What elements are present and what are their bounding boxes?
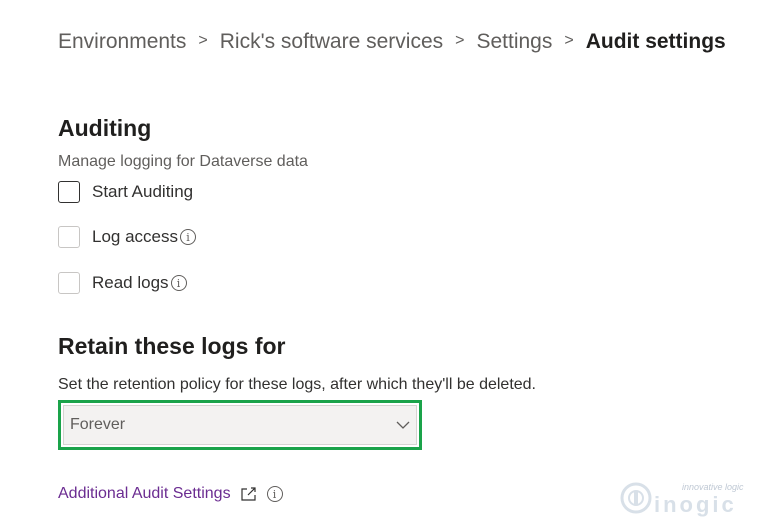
watermark-brand: inogic [654,492,737,517]
auditing-heading: Auditing [58,115,152,141]
log-access-label: Log access [92,227,178,246]
breadcrumb-environments[interactable]: Environments [58,30,186,54]
watermark-tagline: innovative logic [682,482,744,492]
breadcrumb-separator-icon: > [564,32,574,49]
info-icon[interactable]: i [266,486,283,502]
audit-settings-page: Environments > Rick's software services … [0,0,768,532]
breadcrumb-settings[interactable]: Settings [476,30,552,54]
auditing-description: Manage logging for Dataverse data [58,153,308,170]
log-access-checkbox[interactable] [58,226,80,248]
inogic-logo-icon [620,482,652,514]
external-link-icon[interactable] [240,487,257,501]
retention-description: Set the retention policy for these logs,… [58,376,536,393]
info-icon[interactable]: i [180,229,196,245]
chevron-down-icon [396,421,410,429]
start-auditing-option[interactable]: Start Auditing [58,181,193,203]
start-auditing-checkbox[interactable] [58,181,80,203]
retention-dropdown-highlight: Forever [58,400,422,450]
read-logs-option[interactable]: Read logs i [58,272,187,294]
additional-audit-settings-link[interactable]: Additional Audit Settings [58,485,231,503]
retention-dropdown[interactable]: Forever [63,405,417,445]
read-logs-checkbox[interactable] [58,272,80,294]
start-auditing-label: Start Auditing [92,182,194,201]
inogic-watermark-logo: innovative logic inogic [620,478,750,518]
breadcrumb-environment-name[interactable]: Rick's software services [220,30,443,54]
breadcrumb: Environments > Rick's software services … [58,30,726,54]
log-access-option[interactable]: Log access i [58,226,196,248]
retention-heading: Retain these logs for [58,333,286,359]
additional-audit-settings: Additional Audit Settings i [58,485,283,503]
info-icon[interactable]: i [170,275,187,291]
read-logs-label: Read logs [92,273,169,292]
breadcrumb-separator-icon: > [198,32,208,49]
retention-dropdown-value: Forever [70,416,126,433]
breadcrumb-separator-icon: > [455,32,465,49]
breadcrumb-current-page: Audit settings [585,30,726,53]
